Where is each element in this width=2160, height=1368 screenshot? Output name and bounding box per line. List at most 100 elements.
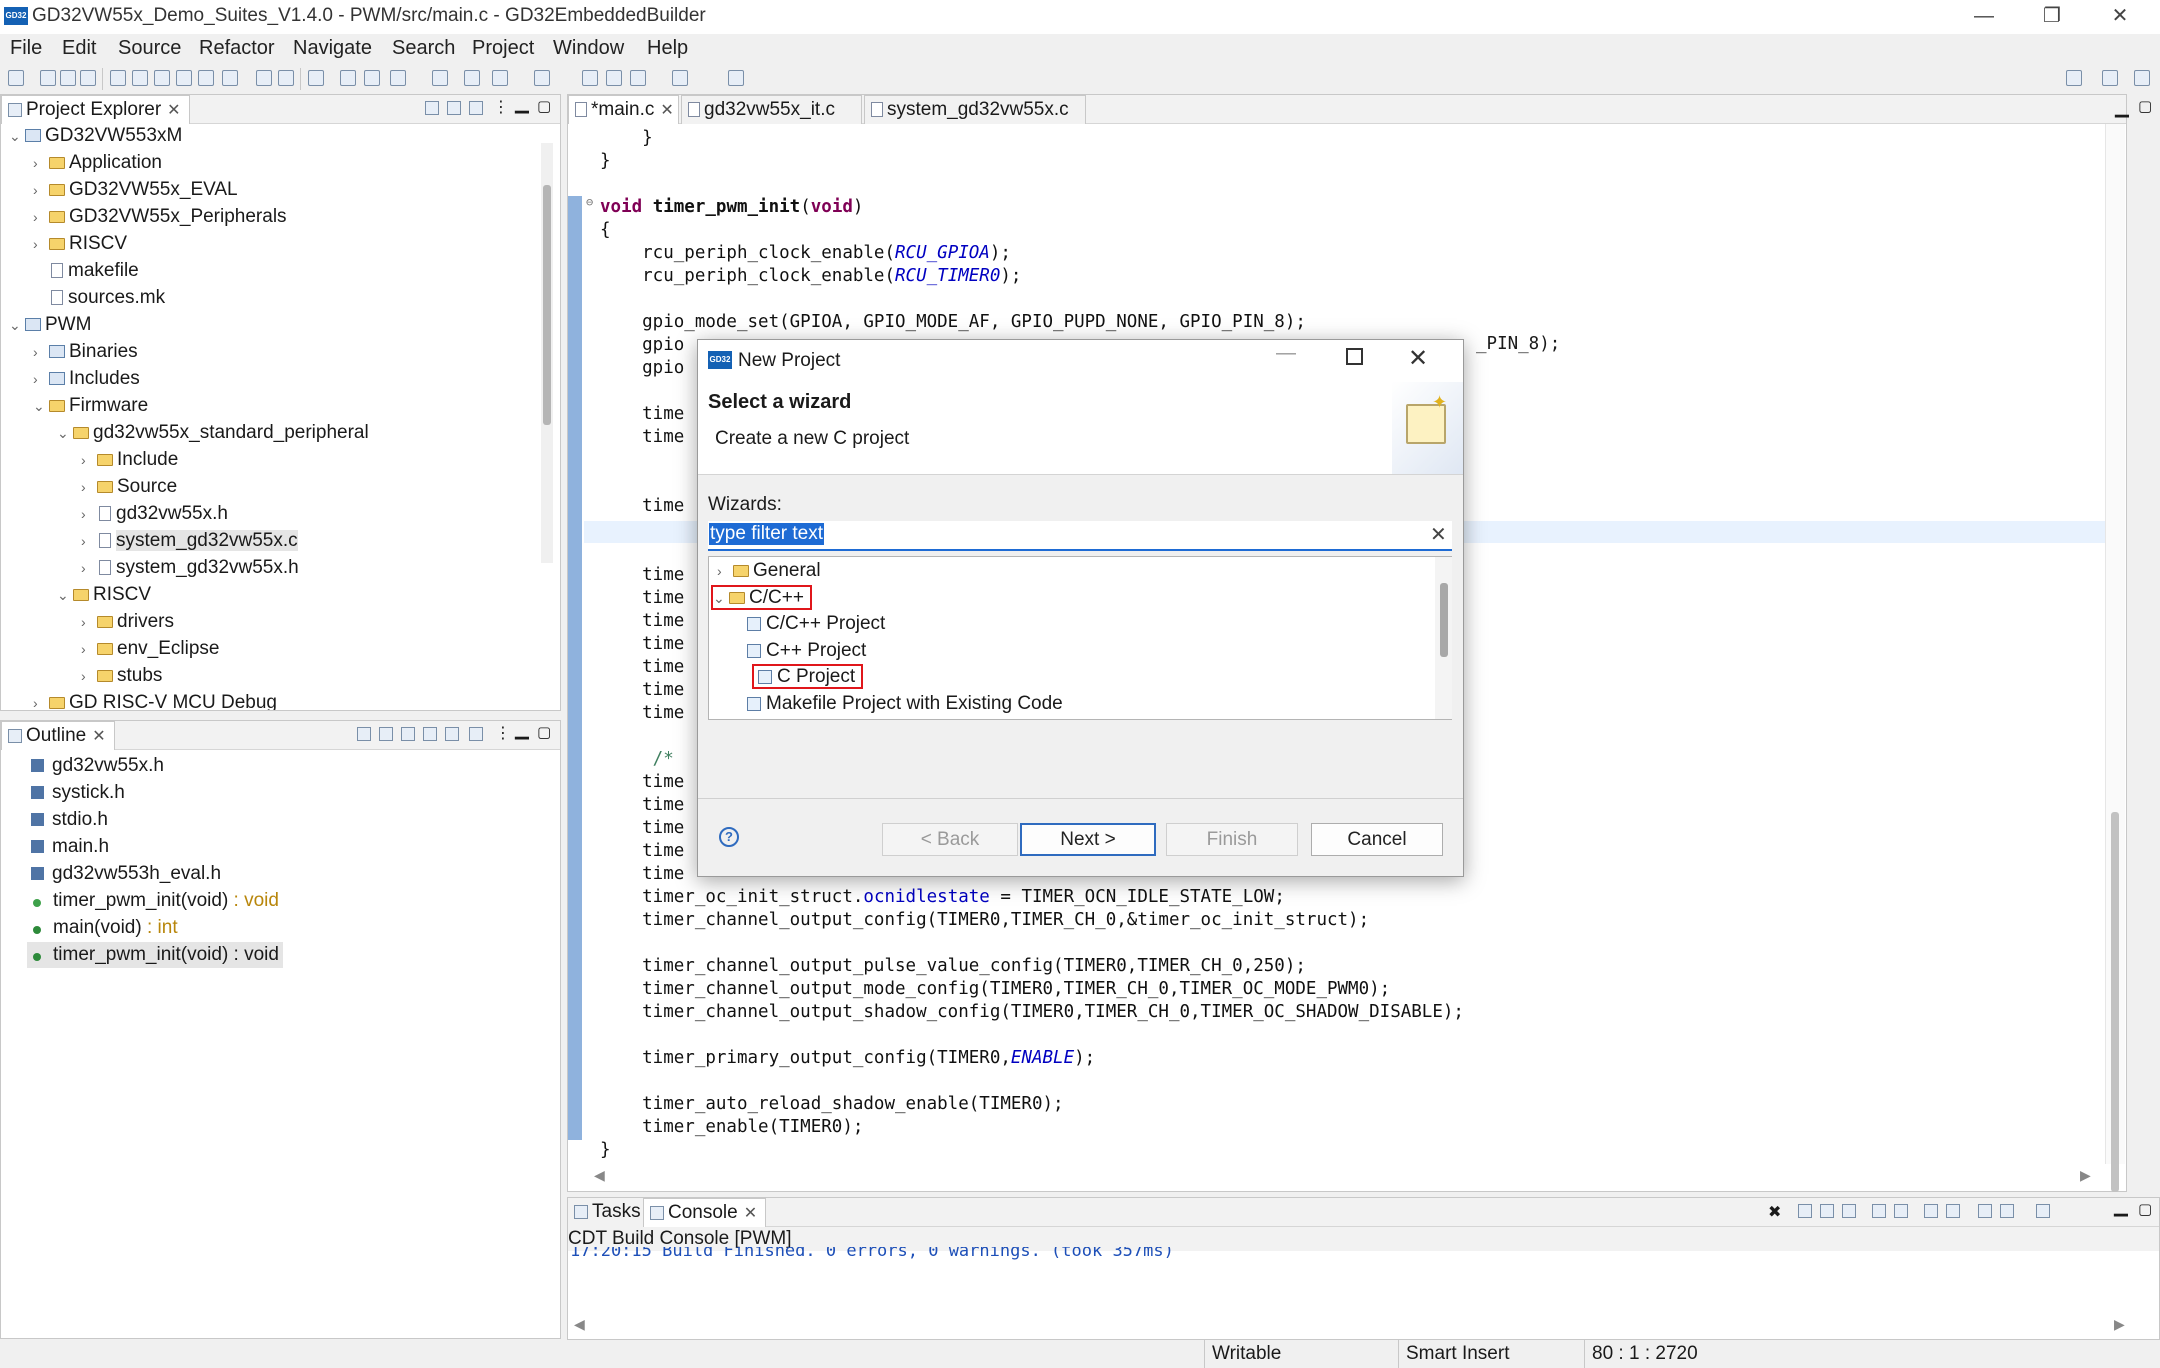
chevron-right-icon[interactable]: ›: [33, 690, 47, 710]
wrench-icon[interactable]: [432, 70, 448, 86]
chevron-right-icon[interactable]: ›: [33, 339, 47, 365]
tree-item[interactable]: › Includes: [33, 366, 140, 392]
maximize-view-icon[interactable]: ▢: [537, 97, 551, 115]
pin-editor-icon[interactable]: [728, 70, 744, 86]
menu-navigate[interactable]: Navigate: [293, 37, 372, 60]
minimize-button[interactable]: —: [1952, 0, 2016, 34]
reload-icon[interactable]: [340, 70, 356, 86]
forward-nav-icon[interactable]: [630, 70, 646, 86]
terminate-icon[interactable]: ✖: [1768, 1202, 1781, 1222]
hide-fields-icon[interactable]: [401, 727, 415, 741]
next-annotation-icon[interactable]: [492, 70, 508, 86]
collapse-all-icon[interactable]: [425, 101, 439, 115]
maximize-view-icon[interactable]: ▢: [2138, 97, 2152, 115]
chevron-right-icon[interactable]: ›: [81, 636, 95, 662]
back-button[interactable]: < Back: [882, 823, 1018, 856]
back-icon[interactable]: [582, 70, 598, 86]
code-line[interactable]: gpio: [600, 358, 684, 381]
link-editor-icon[interactable]: [447, 101, 461, 115]
chevron-right-icon[interactable]: ›: [717, 559, 731, 584]
scrollbar-thumb[interactable]: [543, 185, 551, 425]
tree-item[interactable]: makefile: [33, 258, 139, 284]
wizard-tree-item[interactable]: › General: [717, 558, 821, 583]
code-line[interactable]: gpio_mode_set(GPIOA, GPIO_MODE_AF, GPIO_…: [600, 312, 1306, 335]
editor-vertical-scrollbar[interactable]: [2105, 124, 2125, 1192]
finish-button[interactable]: Finish: [1166, 823, 1298, 856]
group-includes-icon[interactable]: [469, 727, 483, 741]
menu-help[interactable]: Help: [647, 37, 688, 60]
code-line[interactable]: gpio: [600, 335, 684, 358]
close-icon[interactable]: ✕: [744, 1205, 757, 1222]
clear-filter-icon[interactable]: ✕: [1430, 522, 1447, 547]
chevron-down-icon[interactable]: ⌄: [713, 588, 727, 609]
word-wrap-icon[interactable]: [1946, 1204, 1960, 1218]
display-console-icon[interactable]: [2000, 1204, 2014, 1218]
tab-editor-file[interactable]: system_gd32vw55x.c: [864, 95, 1086, 124]
scroll-right-icon[interactable]: ▶: [2080, 1167, 2091, 1184]
tree-item[interactable]: ⌄ GD32VW553xM: [9, 123, 182, 149]
code-line[interactable]: timer_channel_output_mode_config(TIMER0,…: [600, 979, 1390, 1002]
hide-static-icon[interactable]: [423, 727, 437, 741]
wizard-filter-text[interactable]: type filter text: [709, 523, 824, 545]
scrollbar-thumb[interactable]: [1440, 583, 1448, 657]
scroll-down-icon[interactable]: [1798, 1204, 1812, 1218]
minimize-view-icon[interactable]: ▁: [2114, 1196, 2128, 1217]
menu-edit[interactable]: Edit: [62, 37, 96, 60]
close-icon[interactable]: ✕: [167, 102, 180, 119]
debug-config-icon[interactable]: [222, 70, 238, 86]
wizard-tree-scrollbar[interactable]: [1435, 557, 1452, 719]
help-icon[interactable]: ?: [719, 827, 739, 847]
tab-outline[interactable]: Outline ✕: [1, 721, 115, 750]
scroll-lock-icon[interactable]: [1842, 1204, 1856, 1218]
code-line[interactable]: void timer_pwm_init(void) ⊖: [586, 195, 863, 220]
code-line[interactable]: time: [600, 496, 684, 519]
menu-file[interactable]: File: [10, 37, 42, 60]
mark-occurrences-icon[interactable]: [464, 70, 480, 86]
code-line[interactable]: time: [600, 588, 684, 611]
chevron-right-icon[interactable]: ›: [81, 609, 95, 635]
tab-editor-file[interactable]: *main.c ✕: [568, 95, 679, 124]
back-nav-icon[interactable]: [606, 70, 622, 86]
code-line[interactable]: /*: [600, 749, 674, 772]
code-line[interactable]: time: [600, 818, 684, 841]
build-config-icon[interactable]: [176, 70, 192, 86]
chevron-down-icon[interactable]: ⌄: [9, 123, 23, 149]
maximize-view-icon[interactable]: ▢: [2138, 1200, 2152, 1218]
minimize-view-icon[interactable]: ▁: [515, 93, 529, 114]
tab-console[interactable]: Console ✕: [643, 1198, 767, 1227]
paste-icon[interactable]: [1894, 1204, 1908, 1218]
chevron-right-icon[interactable]: ›: [81, 555, 95, 581]
code-line[interactable]: }: [600, 151, 611, 174]
chevron-right-icon[interactable]: ›: [33, 150, 47, 176]
code-line[interactable]: time: [600, 565, 684, 588]
tree-item[interactable]: › drivers: [81, 609, 174, 635]
tree-item[interactable]: › system_gd32vw55x.c: [81, 528, 298, 554]
scrollbar-thumb[interactable]: [2111, 812, 2119, 1192]
outline-item[interactable]: main.h: [27, 834, 109, 860]
pin-console-icon[interactable]: [1978, 1204, 1992, 1218]
menu-source[interactable]: Source: [118, 37, 181, 60]
download-icon[interactable]: [198, 70, 214, 86]
tab-tasks[interactable]: Tasks: [568, 1198, 649, 1227]
clear-console-icon[interactable]: [1924, 1204, 1938, 1218]
outline-item[interactable]: timer_pwm_init(void) : void: [27, 888, 279, 914]
chevron-right-icon[interactable]: ›: [33, 177, 47, 203]
build-icon[interactable]: [110, 70, 126, 86]
search-task-icon[interactable]: [364, 70, 380, 86]
minimize-view-icon[interactable]: ▁: [2115, 97, 2129, 118]
code-line[interactable]: time: [600, 841, 684, 864]
code-line[interactable]: }: [600, 128, 653, 151]
tab-editor-file[interactable]: gd32vw55x_it.c: [681, 95, 862, 124]
chevron-right-icon[interactable]: ›: [33, 231, 47, 257]
chevron-right-icon[interactable]: ›: [81, 528, 95, 554]
hide-nonpublic-icon[interactable]: [445, 727, 459, 741]
chevron-right-icon[interactable]: ›: [81, 474, 95, 500]
wizard-tree-item[interactable]: ⌄ C/C++: [711, 584, 812, 610]
code-line[interactable]: time: [600, 795, 684, 818]
sort-icon[interactable]: [379, 727, 393, 741]
cancel-button[interactable]: Cancel: [1311, 823, 1443, 856]
code-line[interactable]: timer_enable(TIMER0);: [600, 1117, 863, 1140]
outline-item[interactable]: systick.h: [27, 780, 125, 806]
code-line[interactable]: rcu_periph_clock_enable(RCU_GPIOA);: [600, 243, 1011, 266]
code-line[interactable]: time: [600, 680, 684, 703]
